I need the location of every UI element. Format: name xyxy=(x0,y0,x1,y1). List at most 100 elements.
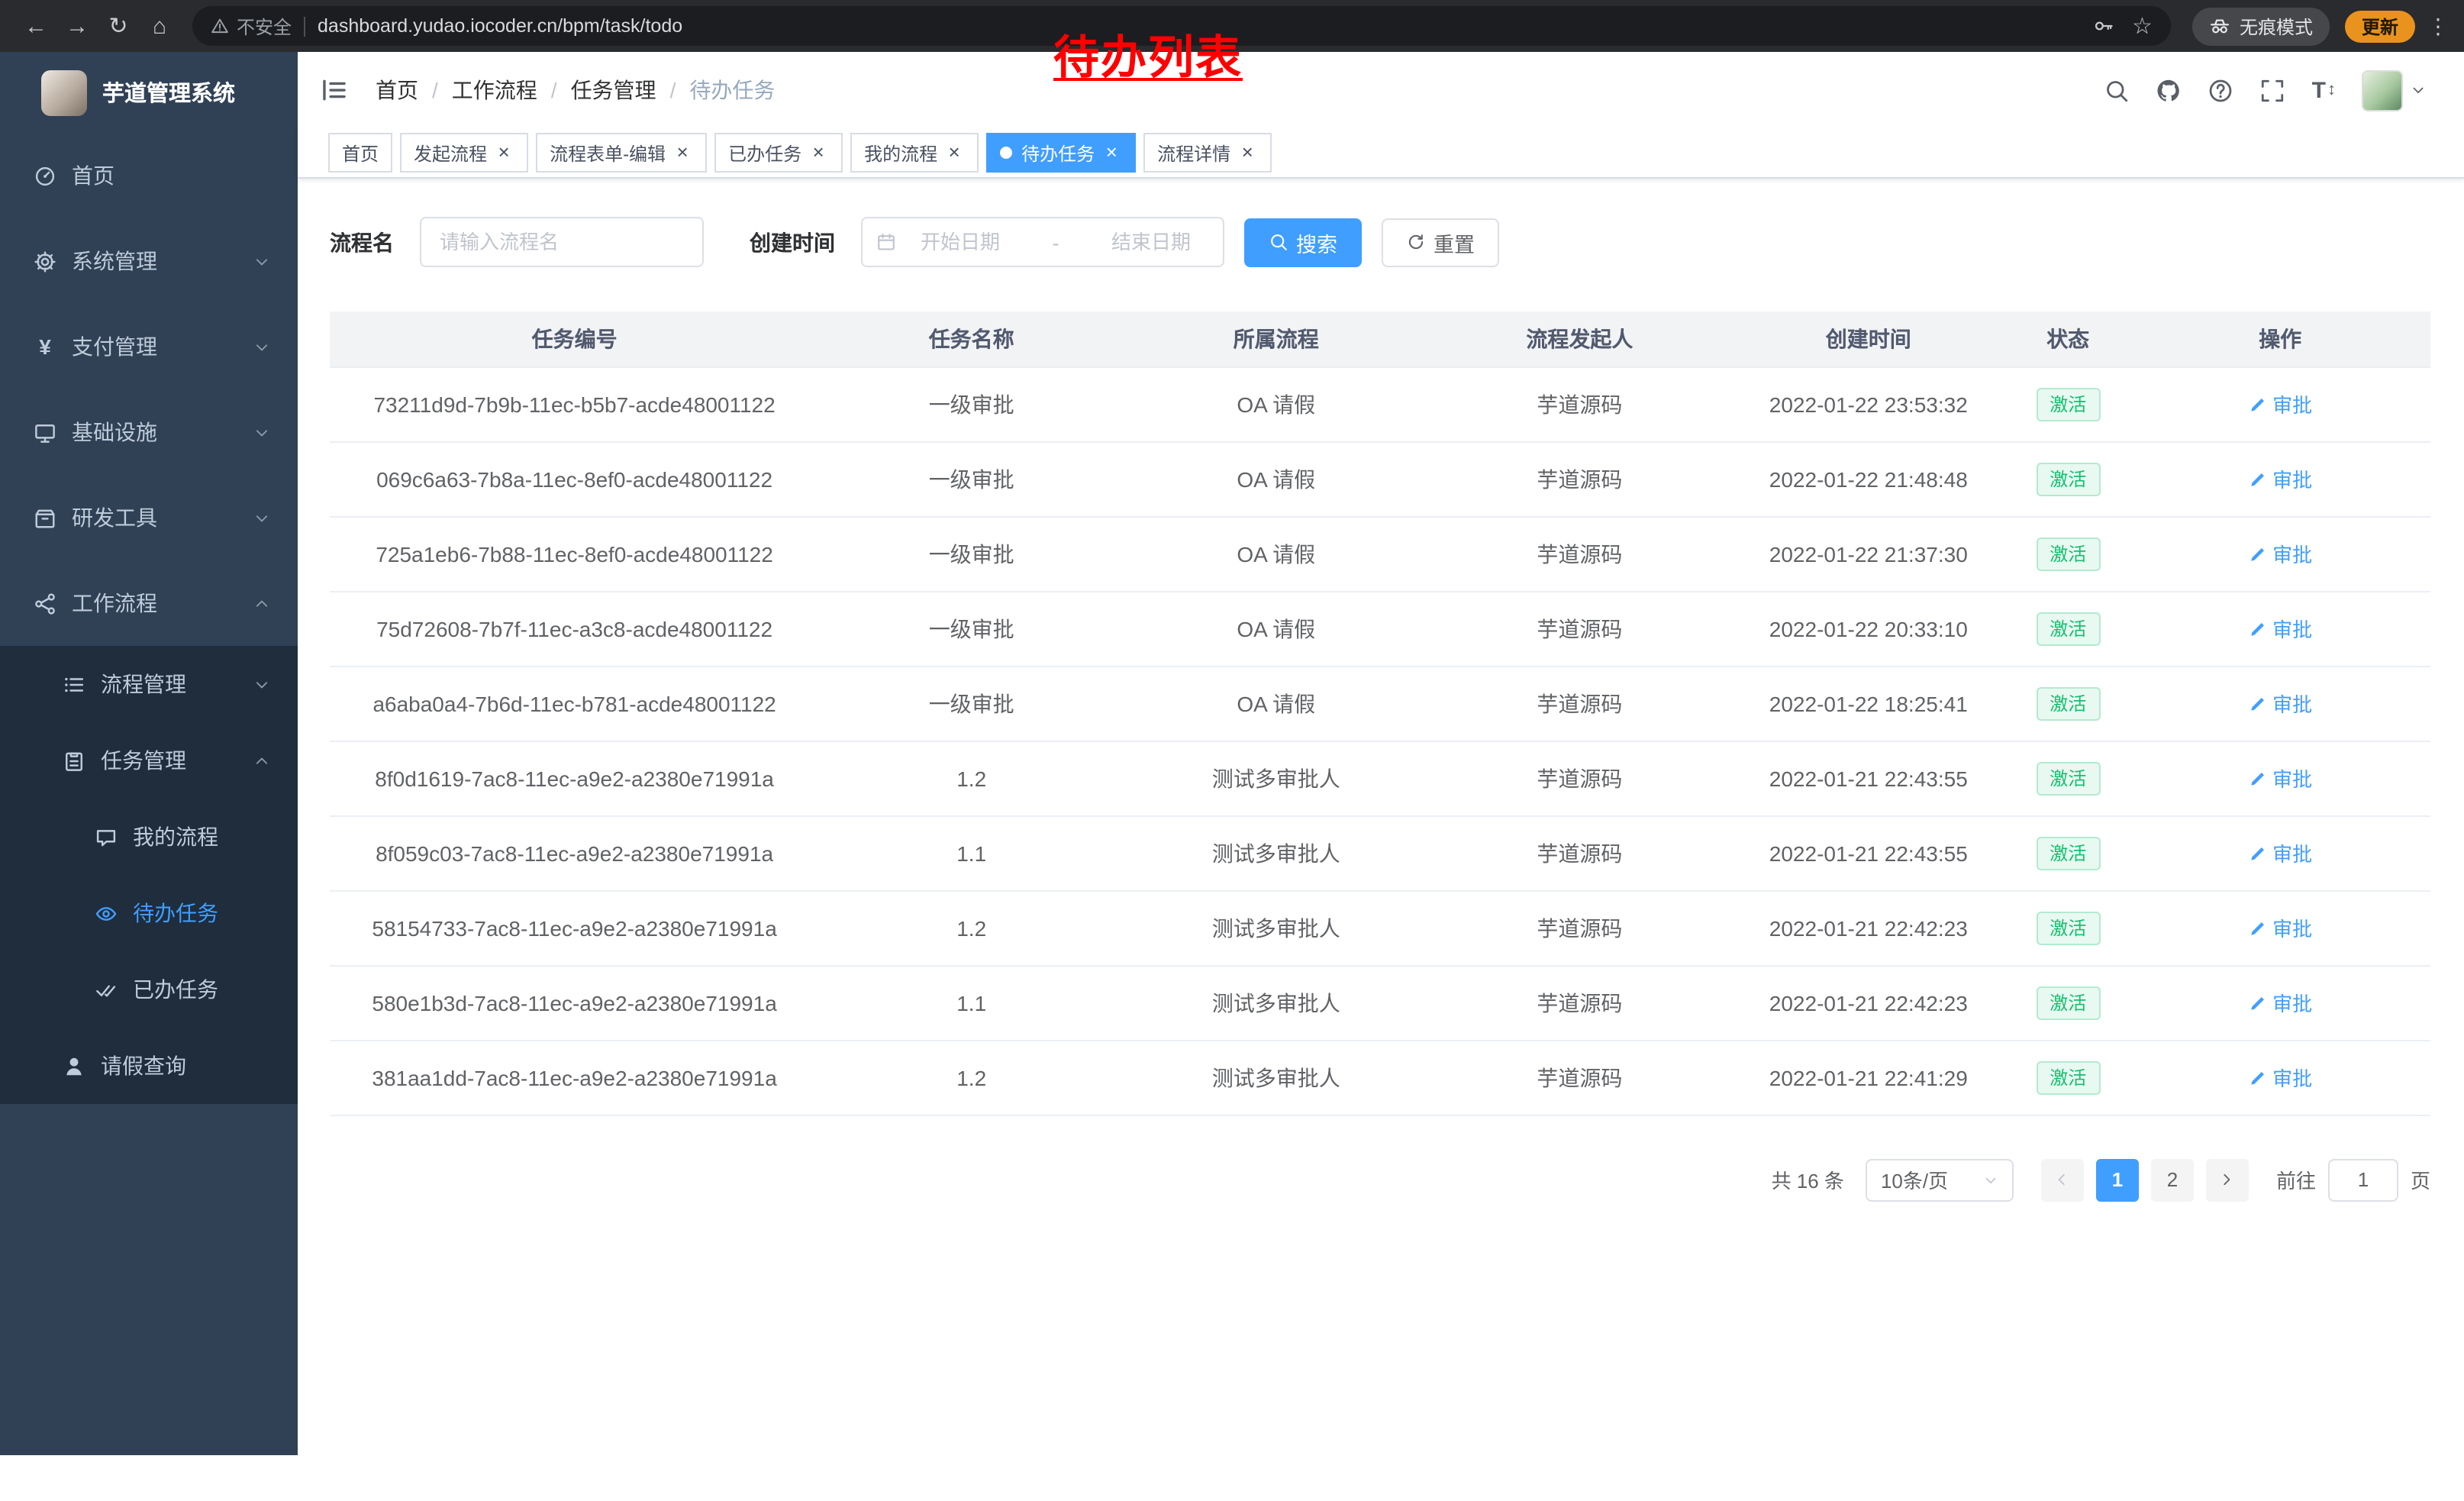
sidebar-item-home[interactable]: 首页 xyxy=(0,133,298,218)
home-icon[interactable]: ⌂ xyxy=(139,5,180,47)
approve-button[interactable]: 审批 xyxy=(2248,539,2312,568)
sidebar-item-task-mgmt[interactable]: 任务管理 xyxy=(0,722,298,799)
tab-home[interactable]: 首页 xyxy=(328,133,392,173)
tab-my-process[interactable]: 我的流程× xyxy=(850,133,979,173)
chevron-down-icon xyxy=(2411,82,2426,98)
goto-page-input[interactable] xyxy=(2328,1158,2398,1201)
sidebar-item-workflow[interactable]: 工作流程 xyxy=(0,560,298,646)
refresh-icon xyxy=(1406,232,1426,252)
status-badge: 激活 xyxy=(2036,387,2100,421)
close-icon[interactable]: × xyxy=(1101,142,1122,163)
col-status: 状态 xyxy=(2006,311,2130,366)
active-tab-dot xyxy=(1000,147,1012,159)
next-page-button[interactable] xyxy=(2206,1158,2249,1201)
question-icon[interactable] xyxy=(2208,77,2234,103)
page-1-button[interactable]: 1 xyxy=(2096,1158,2139,1201)
tab-form-edit[interactable]: 流程表单-编辑× xyxy=(536,133,707,173)
status-badge: 激活 xyxy=(2036,686,2100,720)
close-icon[interactable]: × xyxy=(672,142,693,163)
approve-button[interactable]: 审批 xyxy=(2248,614,2312,643)
start-date-input[interactable] xyxy=(902,231,1018,253)
sidebar-item-system-mgmt[interactable]: 系统管理 xyxy=(0,218,298,304)
status-badge: 激活 xyxy=(2036,612,2100,645)
sidebar-item-leave-query[interactable]: 请假查询 xyxy=(0,1028,298,1104)
close-icon[interactable]: × xyxy=(808,142,829,163)
reload-icon[interactable]: ↻ xyxy=(98,5,139,47)
app-logo[interactable]: 芋道管理系统 xyxy=(0,52,298,133)
bookmark-star-icon[interactable]: ☆ xyxy=(2132,15,2153,37)
prev-page-button[interactable] xyxy=(2041,1158,2084,1201)
fullscreen-icon[interactable] xyxy=(2260,77,2286,103)
approve-button[interactable]: 审批 xyxy=(2248,464,2312,493)
sidebar-item-todo-task[interactable]: 待办任务 xyxy=(0,875,298,951)
approve-button[interactable]: 审批 xyxy=(2248,988,2312,1017)
user-menu[interactable] xyxy=(2362,69,2426,111)
sidebar-item-payment-mgmt[interactable]: ¥ 支付管理 xyxy=(0,304,298,389)
approve-button[interactable]: 审批 xyxy=(2248,838,2312,867)
key-icon[interactable] xyxy=(2092,15,2114,37)
cell-task-name: 一级审批 xyxy=(819,666,1124,741)
cell-task-id: 381aa1dd-7ac8-11ec-a9e2-a2380e71991a xyxy=(330,1040,819,1115)
incognito-badge: 无痕模式 xyxy=(2192,7,2330,45)
incognito-icon xyxy=(2209,15,2230,37)
approve-button[interactable]: 审批 xyxy=(2248,913,2312,942)
approve-button[interactable]: 审批 xyxy=(2248,1063,2312,1092)
status-badge: 激活 xyxy=(2036,836,2100,870)
reset-button[interactable]: 重置 xyxy=(1382,218,1499,266)
search-icon[interactable] xyxy=(2104,77,2130,103)
back-icon[interactable]: ← xyxy=(15,5,56,47)
cell-task-id: 8f0d1619-7ac8-11ec-a9e2-a2380e71991a xyxy=(330,741,819,815)
cell-create-time: 2022-01-21 22:43:55 xyxy=(1731,815,2007,890)
tab-done-task[interactable]: 已办任务× xyxy=(714,133,843,173)
breadcrumb-home[interactable]: 首页 xyxy=(376,75,418,105)
create-time-range-picker[interactable]: - xyxy=(861,217,1224,267)
end-date-input[interactable] xyxy=(1093,231,1209,253)
approve-button[interactable]: 审批 xyxy=(2248,763,2312,792)
cell-process: 测试多审批人 xyxy=(1124,965,1428,1040)
close-icon[interactable]: × xyxy=(943,142,965,163)
cell-actions: 审批 xyxy=(2130,591,2430,666)
approve-button[interactable]: 审批 xyxy=(2248,389,2312,418)
breadcrumb-workflow[interactable]: 工作流程 xyxy=(452,75,537,105)
github-icon[interactable] xyxy=(2156,77,2182,103)
page-size-select[interactable]: 10条/页 xyxy=(1866,1158,2014,1201)
process-name-input[interactable] xyxy=(420,217,704,267)
browser-update-button[interactable]: 更新 xyxy=(2345,10,2415,42)
forward-icon[interactable]: → xyxy=(56,5,98,47)
sidebar-item-process-mgmt[interactable]: 流程管理 xyxy=(0,646,298,722)
search-button[interactable]: 搜索 xyxy=(1244,218,1362,266)
tab-start-process[interactable]: 发起流程× xyxy=(400,133,528,173)
sidebar-item-my-process[interactable]: 我的流程 xyxy=(0,799,298,875)
status-badge: 激活 xyxy=(2036,462,2100,495)
cell-process: 测试多审批人 xyxy=(1124,1040,1428,1115)
total-count: 共 16 条 xyxy=(1772,1165,1844,1194)
breadcrumb-current: 待办任务 xyxy=(689,75,775,105)
col-initiator: 流程发起人 xyxy=(1428,311,1730,366)
chevron-right-icon xyxy=(2219,1171,2236,1188)
edit-pen-icon xyxy=(2248,844,2266,862)
table-row: a6aba0a4-7b6d-11ec-b781-acde48001122 一级审… xyxy=(330,666,2430,741)
table-row: 725a1eb6-7b88-11ec-8ef0-acde48001122 一级审… xyxy=(330,516,2430,591)
sidebar-item-infrastructure[interactable]: 基础设施 xyxy=(0,389,298,475)
close-icon[interactable]: × xyxy=(1237,142,1258,163)
avatar[interactable] xyxy=(2362,69,2403,111)
security-status[interactable]: 不安全 xyxy=(211,13,292,39)
edit-pen-icon xyxy=(2248,993,2266,1012)
goto-label: 前往 xyxy=(2276,1165,2316,1194)
approve-button[interactable]: 审批 xyxy=(2248,689,2312,718)
close-icon[interactable]: × xyxy=(493,142,514,163)
sidebar-item-done-task[interactable]: 已办任务 xyxy=(0,951,298,1028)
logo-image xyxy=(41,69,87,115)
sidebar-item-devtools[interactable]: 研发工具 xyxy=(0,475,298,560)
font-size-icon[interactable]: T↕ xyxy=(2312,77,2336,103)
page-2-button[interactable]: 2 xyxy=(2151,1158,2194,1201)
cell-initiator: 芋道源码 xyxy=(1428,890,1730,965)
tab-process-detail[interactable]: 流程详情× xyxy=(1143,133,1272,173)
sidebar-collapse-button[interactable] xyxy=(321,76,348,104)
chevron-left-icon xyxy=(2054,1171,2071,1188)
browser-menu-icon[interactable]: ⋮ xyxy=(2427,13,2449,39)
breadcrumb-task-mgmt[interactable]: 任务管理 xyxy=(571,75,656,105)
tab-todo-task[interactable]: 待办任务× xyxy=(986,133,1136,173)
edit-pen-icon xyxy=(2248,1068,2266,1086)
chevron-down-icon xyxy=(253,424,270,441)
